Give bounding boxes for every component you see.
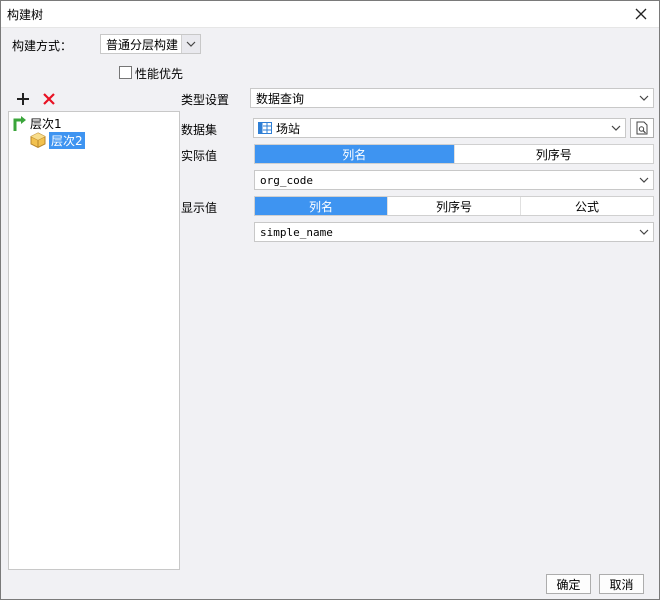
level-tree[interactable]: 层次1 层次2 — [8, 111, 180, 570]
build-mode-select[interactable]: 普通分层构建 — [100, 34, 201, 54]
chevron-down-icon — [635, 89, 653, 107]
performance-label: 性能优先 — [135, 67, 184, 81]
tree-item-label: 层次2 — [49, 131, 85, 149]
dataset-value: 场站 — [276, 121, 301, 136]
plus-icon — [17, 93, 29, 105]
tree-item-label: 层次1 — [30, 116, 62, 131]
display-value-label: 显示值 — [181, 201, 218, 215]
display-value-field: simple_name — [260, 225, 333, 239]
tree-item-level-2[interactable]: 层次2 — [29, 131, 85, 149]
cancel-button[interactable]: 取消 — [599, 574, 644, 594]
preview-dataset-button[interactable] — [630, 118, 654, 138]
tree-item-level-1[interactable]: 层次1 — [11, 114, 62, 132]
performance-checkbox[interactable] — [119, 66, 132, 79]
chevron-down-icon — [181, 35, 200, 53]
delete-icon — [43, 93, 55, 105]
chevron-down-icon — [635, 171, 653, 189]
chevron-down-icon — [607, 119, 625, 137]
type-setting-label: 类型设置 — [181, 93, 230, 107]
display-tab-formula[interactable]: 公式 — [521, 197, 653, 215]
build-mode-label: 构建方式： — [12, 39, 73, 53]
table-icon — [258, 122, 272, 134]
close-icon — [635, 8, 647, 20]
title-bar: 构建树 — [1, 1, 659, 28]
cube-icon — [30, 132, 46, 149]
display-tab-column-name[interactable]: 列名 — [255, 197, 388, 215]
actual-value-label: 实际值 — [181, 149, 218, 163]
window-title: 构建树 — [7, 8, 44, 22]
chevron-down-icon — [635, 223, 653, 241]
build-mode-value: 普通分层构建 — [106, 37, 179, 52]
actual-value-field: org_code — [260, 173, 313, 187]
dataset-select[interactable]: 场站 — [253, 118, 626, 138]
dataset-label: 数据集 — [181, 123, 218, 137]
display-value-field-select[interactable]: simple_name — [254, 222, 654, 242]
add-level-button[interactable] — [15, 91, 31, 107]
type-setting-value: 数据查询 — [256, 91, 305, 106]
actual-tab-column-index[interactable]: 列序号 — [455, 145, 654, 163]
build-tree-dialog: 构建树 构建方式： 普通分层构建 性能优先 层次1 层次2 类型设置 数据查询 … — [0, 0, 660, 600]
ok-button[interactable]: 确定 — [546, 574, 591, 594]
level-arrow-icon — [13, 116, 26, 131]
actual-value-field-select[interactable]: org_code — [254, 170, 654, 190]
delete-level-button[interactable] — [41, 91, 57, 107]
close-button[interactable] — [631, 4, 651, 24]
preview-icon — [636, 121, 648, 135]
type-setting-select[interactable]: 数据查询 — [250, 88, 654, 108]
display-value-mode-tabs: 列名 列序号 公式 — [254, 196, 654, 216]
actual-tab-column-name[interactable]: 列名 — [255, 145, 455, 163]
actual-value-mode-tabs: 列名 列序号 — [254, 144, 654, 164]
display-tab-column-index[interactable]: 列序号 — [388, 197, 521, 215]
